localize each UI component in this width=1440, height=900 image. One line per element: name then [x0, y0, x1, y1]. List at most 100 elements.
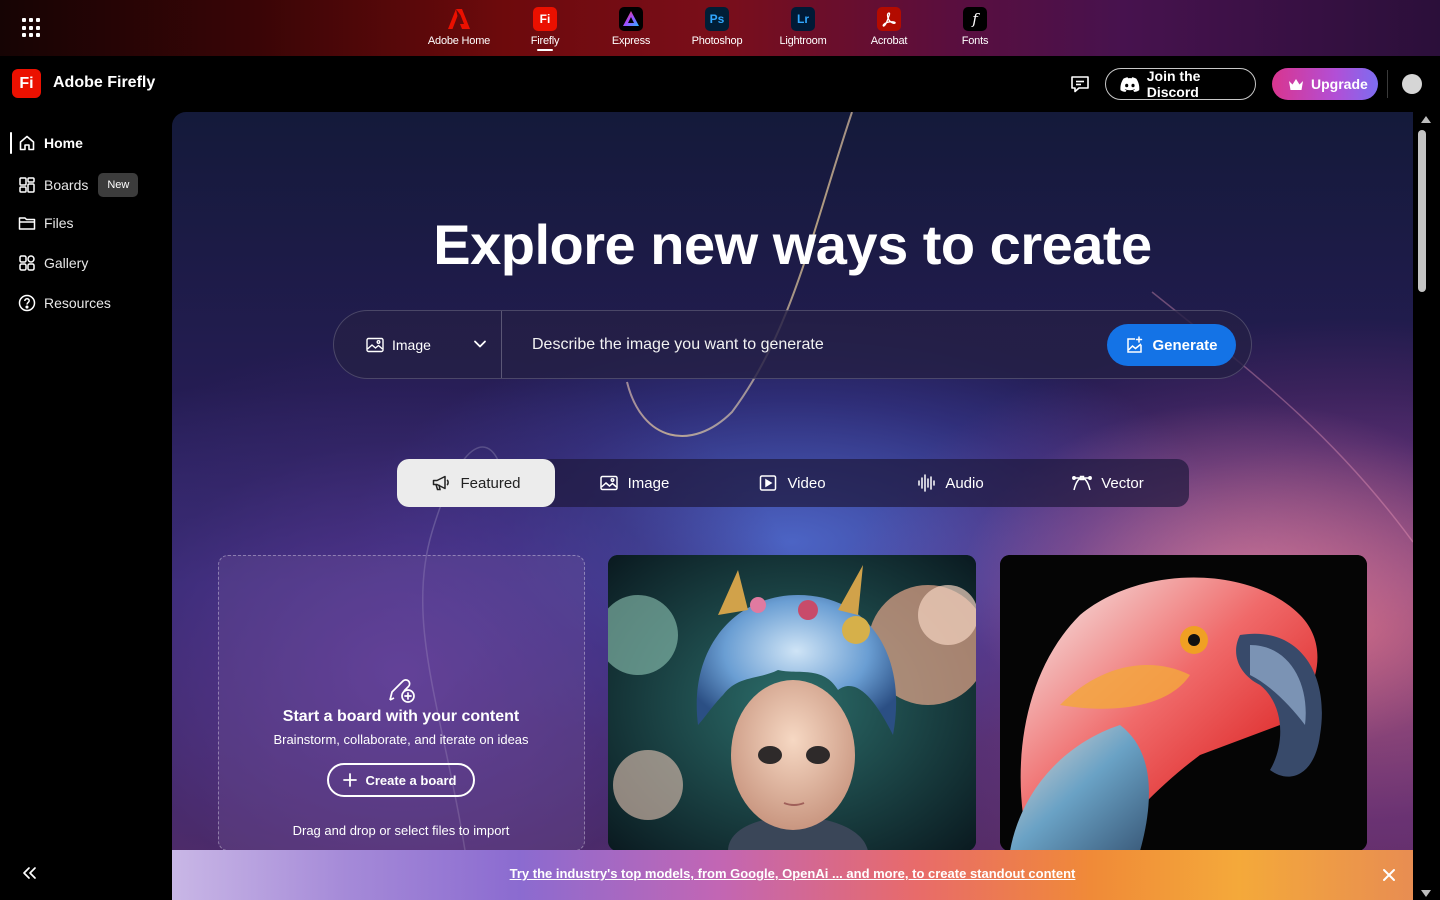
content-tabs: Featured Image Video Audio Vector: [397, 459, 1189, 507]
app-label: Photoshop: [691, 35, 743, 47]
artwork-parrot: [1000, 555, 1367, 851]
scroll-down-arrow-icon[interactable]: [1421, 890, 1431, 897]
promo-banner: Try the industry's top models, from Goog…: [172, 850, 1413, 900]
collapse-sidebar-icon[interactable]: [20, 864, 38, 882]
board-add-icon: [389, 679, 415, 703]
feedback-chat-icon[interactable]: [1069, 73, 1091, 95]
express-app-icon: [619, 7, 643, 31]
board-card-subtitle: Brainstorm, collaborate, and iterate on …: [273, 732, 529, 747]
firefly-app-icon: Fi: [533, 7, 557, 31]
sidebar-item-home[interactable]: Home: [10, 128, 83, 158]
tab-featured[interactable]: Featured: [397, 459, 555, 507]
app-lightroom[interactable]: Lr Lightroom: [760, 0, 846, 56]
audio-wave-icon: [918, 474, 936, 492]
tab-label: Featured: [460, 474, 521, 492]
app-firefly[interactable]: Fi Firefly: [502, 0, 588, 56]
brand-name[interactable]: Adobe Firefly: [53, 74, 155, 92]
chevron-down-icon: [474, 340, 486, 348]
sidebar-item-label: Gallery: [44, 255, 89, 271]
sidebar-item-resources[interactable]: Resources: [10, 288, 111, 318]
board-card-title: Start a board with your content: [282, 708, 520, 725]
create-board-button[interactable]: Create a board: [327, 763, 475, 797]
app-label: Express: [611, 35, 651, 47]
app-label: Firefly: [530, 35, 560, 47]
app-label: Acrobat: [870, 35, 908, 47]
app-acrobat[interactable]: Acrobat: [846, 0, 932, 56]
acrobat-app-icon: [877, 7, 901, 31]
gallery-icon: [19, 255, 35, 271]
app-fonts[interactable]: f Fonts: [932, 0, 1018, 56]
generate-label: Generate: [1152, 336, 1218, 354]
vector-pen-icon: [1072, 475, 1093, 491]
tab-label: Video: [787, 474, 826, 492]
upgrade-label: Upgrade: [1311, 76, 1368, 92]
sidebar-item-gallery[interactable]: Gallery: [10, 248, 88, 278]
hero-title: Explore new ways to create: [433, 213, 1152, 276]
video-icon: [760, 475, 777, 491]
artwork-blue-haired-character: [608, 555, 976, 851]
app-label: Lightroom: [779, 35, 827, 47]
adobe-logo-icon: [447, 7, 471, 31]
megaphone-icon: [433, 475, 450, 491]
main-content: Explore new ways to create Image Generat…: [172, 112, 1413, 900]
sidebar-item-label: Boards: [44, 177, 89, 193]
header-divider: [1387, 70, 1388, 98]
app-list: Adobe Home Fi Firefly Express Ps Photosh…: [416, 0, 1018, 56]
prompt-bar: Image Generate: [333, 310, 1252, 379]
featured-image-card[interactable]: [608, 555, 976, 851]
scrollbar[interactable]: [1413, 112, 1440, 900]
sidebar-item-label: Resources: [44, 295, 111, 311]
scrollbar-thumb[interactable]: [1418, 130, 1426, 292]
new-badge: New: [98, 173, 139, 197]
folder-icon: [18, 217, 36, 230]
content-type-label: Image: [392, 336, 431, 353]
promo-banner-link[interactable]: Try the industry's top models, from Goog…: [172, 866, 1413, 881]
app-photoshop[interactable]: Ps Photoshop: [674, 0, 760, 56]
plus-icon: [343, 773, 358, 787]
join-discord-button[interactable]: Join the Discord: [1105, 68, 1256, 100]
tab-vector[interactable]: Vector: [1029, 459, 1187, 507]
firefly-logo-icon[interactable]: Fi: [12, 69, 41, 98]
sidebar-item-boards[interactable]: Boards New: [10, 170, 139, 200]
prompt-divider: [501, 311, 502, 378]
avatar[interactable]: [1402, 74, 1422, 94]
featured-image-card[interactable]: [1000, 555, 1367, 851]
home-icon: [19, 135, 35, 151]
sidebar-item-label: Home: [44, 135, 83, 151]
start-board-card[interactable]: Start a board with your content Brainsto…: [218, 555, 585, 851]
prompt-input[interactable]: [516, 325, 1096, 365]
app-label: Adobe Home: [427, 35, 491, 47]
upgrade-button[interactable]: Upgrade: [1272, 68, 1378, 100]
discord-icon: [1120, 76, 1140, 92]
close-icon[interactable]: [1382, 868, 1396, 882]
drop-files-text: Drag and drop or select files to import: [292, 823, 510, 838]
tab-label: Vector: [1101, 474, 1144, 492]
scroll-up-arrow-icon[interactable]: [1421, 116, 1431, 123]
fonts-app-icon: f: [963, 7, 987, 31]
tab-label: Image: [627, 474, 670, 492]
tab-video[interactable]: Video: [713, 459, 871, 507]
generate-image-icon: [1127, 336, 1143, 353]
create-board-label: Create a board: [365, 772, 457, 788]
boards-icon: [19, 177, 35, 193]
lightroom-app-icon: Lr: [791, 7, 815, 31]
content-type-dropdown[interactable]: Image: [334, 311, 501, 378]
crown-icon: [1289, 78, 1303, 90]
app-label: Fonts: [961, 35, 989, 47]
image-icon: [366, 337, 384, 352]
discord-label: Join the Discord: [1146, 68, 1201, 100]
app-switcher-bar: Adobe Home Fi Firefly Express Ps Photosh…: [0, 0, 1440, 56]
tab-image[interactable]: Image: [555, 459, 713, 507]
image-icon: [599, 475, 618, 491]
generate-button[interactable]: Generate: [1107, 324, 1236, 366]
board-card-content: Start a board with your content Brainsto…: [219, 674, 583, 838]
help-icon: [18, 294, 36, 312]
sidebar-item-label: Files: [44, 215, 74, 231]
app-grid-icon[interactable]: [22, 18, 42, 38]
sidebar-item-files[interactable]: Files: [10, 208, 74, 238]
app-adobe-home[interactable]: Adobe Home: [416, 0, 502, 56]
app-express[interactable]: Express: [588, 0, 674, 56]
tab-label: Audio: [945, 474, 984, 492]
photoshop-app-icon: Ps: [705, 7, 729, 31]
tab-audio[interactable]: Audio: [871, 459, 1029, 507]
